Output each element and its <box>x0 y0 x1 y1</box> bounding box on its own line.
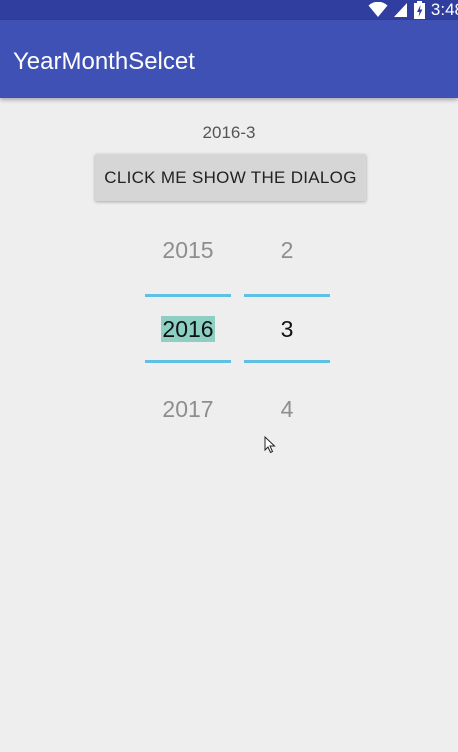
status-icons: 3:48 <box>368 0 458 20</box>
year-current-value[interactable]: 2016 <box>145 314 231 344</box>
month-next-value[interactable]: 4 <box>244 394 330 424</box>
month-divider-top <box>244 294 330 297</box>
battery-charging-icon <box>413 1 425 19</box>
month-prev-value[interactable]: 2 <box>244 235 330 265</box>
year-prev-value[interactable]: 2015 <box>145 235 231 265</box>
month-divider-bottom <box>244 360 330 363</box>
month-current-value[interactable]: 3 <box>244 314 330 344</box>
year-current-text[interactable]: 2016 <box>161 316 215 342</box>
show-dialog-button[interactable]: CLICK ME SHOW THE DIALOG <box>95 154 366 201</box>
year-next-value[interactable]: 2017 <box>145 394 231 424</box>
app-title: YearMonthSelcet <box>13 48 195 75</box>
app-bar: YearMonthSelcet <box>0 20 458 98</box>
mouse-cursor-icon <box>264 435 276 459</box>
year-picker[interactable]: 2015 2016 2017 <box>145 218 231 448</box>
cell-signal-icon <box>393 2 408 18</box>
year-divider-top <box>145 294 231 297</box>
selected-date-text: 2016-3 <box>202 123 256 142</box>
wifi-icon <box>368 2 388 18</box>
status-time: 3:48 <box>430 0 458 19</box>
year-divider-bottom <box>145 360 231 363</box>
month-picker[interactable]: 2 3 4 <box>244 218 330 448</box>
status-bar: 3:48 <box>0 0 458 20</box>
